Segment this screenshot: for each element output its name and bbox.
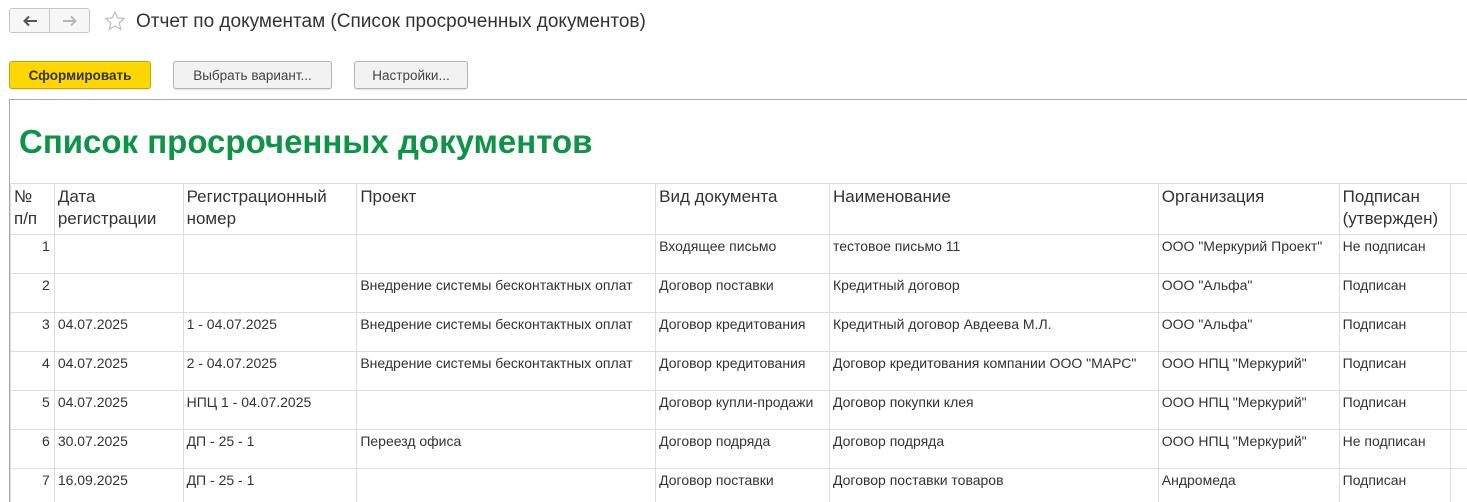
cell-number[interactable]: 5 — [10, 390, 55, 430]
cell-organization[interactable]: ООО НПЦ "Меркурий" — [1157, 351, 1340, 391]
report-title: Список просроченных документов — [19, 123, 593, 160]
arrow-right-icon — [62, 15, 77, 26]
cell-project[interactable] — [356, 468, 657, 502]
cell-name[interactable]: Кредитный договор Авдеева М.Л. — [828, 312, 1159, 352]
cell-number[interactable]: 4 — [10, 351, 55, 391]
cell-organization[interactable]: ООО "Альфа" — [1157, 273, 1340, 313]
arrow-left-icon — [22, 15, 37, 26]
back-button[interactable] — [10, 9, 49, 32]
table-row[interactable]: 5 04.07.2025 НПЦ 1 - 04.07.2025 Договор куп… — [10, 390, 1467, 430]
table-header-row: № п/п Дата регистрации Регистрационный н… — [10, 183, 1467, 235]
cell-name[interactable]: Договор кредитования компании ООО "МАРС" — [828, 351, 1159, 391]
cell-signed[interactable]: Подписан — [1338, 390, 1451, 430]
column-header-reg-date: Дата регистрации — [53, 183, 184, 235]
cell-name[interactable]: Договор покупки клея — [828, 390, 1159, 430]
column-header-organization: Организация — [1157, 183, 1340, 235]
cell-extra — [1449, 468, 1467, 502]
cell-signed[interactable]: Подписан — [1338, 351, 1451, 391]
cell-organization[interactable]: ООО "Меркурий Проект" — [1157, 234, 1340, 274]
cell-reg-number[interactable]: ДП - 25 - 1 — [182, 429, 358, 469]
cell-reg-number[interactable]: ДП - 25 - 1 — [182, 468, 358, 502]
cell-name[interactable]: Кредитный договор — [828, 273, 1159, 313]
cell-reg-date[interactable] — [53, 234, 184, 274]
cell-reg-date[interactable]: 04.07.2025 — [53, 312, 184, 352]
cell-number[interactable]: 1 — [10, 234, 55, 274]
cell-project[interactable] — [356, 234, 657, 274]
cell-signed[interactable]: Не подписан — [1338, 429, 1451, 469]
cell-reg-date[interactable]: 16.09.2025 — [53, 468, 184, 502]
column-header-signed: Подписан (утвержден) — [1338, 183, 1451, 235]
cell-number[interactable]: 7 — [10, 468, 55, 502]
cell-doc-type[interactable]: Договор кредитования — [655, 351, 830, 391]
report-table: № п/п Дата регистрации Регистрационный н… — [10, 183, 1467, 502]
cell-signed[interactable]: Подписан — [1338, 273, 1451, 313]
cell-project[interactable] — [356, 390, 657, 430]
column-header-doc-type: Вид документа — [655, 183, 830, 235]
cell-reg-date[interactable] — [53, 273, 184, 313]
cell-doc-type[interactable]: Договор подряда — [655, 429, 830, 469]
cell-reg-date[interactable]: 30.07.2025 — [53, 429, 184, 469]
cell-organization[interactable]: ООО НПЦ "Меркурий" — [1157, 429, 1340, 469]
column-header-extra — [1449, 183, 1467, 235]
cell-doc-type[interactable]: Входящее письмо — [655, 234, 830, 274]
report-area: Список просроченных документов № п/п Дат… — [9, 99, 1467, 502]
cell-project[interactable]: Внедрение системы бесконтактных оплат — [356, 312, 657, 352]
cell-project[interactable]: Внедрение системы бесконтактных оплат — [356, 273, 657, 313]
cell-reg-number[interactable] — [182, 234, 358, 274]
table-row[interactable]: 1 Входящее письмо тестовое письмо 11 ООО "М… — [10, 234, 1467, 274]
choose-variant-button[interactable]: Выбрать вариант... — [173, 61, 332, 89]
cell-extra — [1449, 351, 1467, 391]
table-row[interactable]: 2 Внедрение системы бесконтактных оплат До… — [10, 273, 1467, 313]
cell-number[interactable]: 2 — [10, 273, 55, 313]
cell-signed[interactable]: Не подписан — [1338, 234, 1451, 274]
column-header-project: Проект — [356, 183, 657, 235]
table-row[interactable]: 4 04.07.2025 2 - 04.07.2025 Внедрение систе… — [10, 351, 1467, 391]
cell-doc-type[interactable]: Договор кредитования — [655, 312, 830, 352]
column-header-name: Наименование — [828, 183, 1159, 235]
star-icon[interactable] — [104, 10, 126, 32]
cell-reg-number[interactable]: 1 - 04.07.2025 — [182, 312, 358, 352]
cell-signed[interactable]: Подписан — [1338, 312, 1451, 352]
cell-extra — [1449, 234, 1467, 274]
table-row[interactable]: 3 04.07.2025 1 - 04.07.2025 Внедрение систе… — [10, 312, 1467, 352]
cell-number[interactable]: 6 — [10, 429, 55, 469]
cell-reg-date[interactable]: 04.07.2025 — [53, 390, 184, 430]
cell-reg-number[interactable] — [182, 273, 358, 313]
cell-number[interactable]: 3 — [10, 312, 55, 352]
cell-reg-number[interactable]: 2 - 04.07.2025 — [182, 351, 358, 391]
cell-doc-type[interactable]: Договор поставки — [655, 273, 830, 313]
forward-button[interactable] — [49, 9, 89, 32]
navigation-buttons — [9, 8, 90, 33]
column-header-number: № п/п — [10, 183, 55, 235]
table-row[interactable]: 6 30.07.2025 ДП - 25 - 1 Переезд офиса Догов… — [10, 429, 1467, 469]
cell-reg-number[interactable]: НПЦ 1 - 04.07.2025 — [182, 390, 358, 430]
cell-name[interactable]: тестовое письмо 11 — [828, 234, 1159, 274]
cell-name[interactable]: Договор подряда — [828, 429, 1159, 469]
cell-extra — [1449, 390, 1467, 430]
cell-extra — [1449, 312, 1467, 352]
cell-extra — [1449, 273, 1467, 313]
cell-project[interactable]: Переезд офиса — [356, 429, 657, 469]
column-header-reg-number: Регистрационный номер — [182, 183, 358, 235]
cell-name[interactable]: Договор поставки товаров — [828, 468, 1159, 502]
cell-extra — [1449, 429, 1467, 469]
cell-doc-type[interactable]: Договор купли-продажи — [655, 390, 830, 430]
cell-signed[interactable]: Подписан — [1338, 468, 1451, 502]
cell-organization[interactable]: ООО НПЦ "Меркурий" — [1157, 390, 1340, 430]
cell-project[interactable]: Внедрение системы бесконтактных оплат — [356, 351, 657, 391]
generate-button[interactable]: Сформировать — [9, 61, 151, 89]
settings-button[interactable]: Настройки... — [354, 61, 468, 89]
table-row[interactable]: 7 16.09.2025 ДП - 25 - 1 Договор поставки До… — [10, 468, 1467, 502]
cell-organization[interactable]: Андромеда — [1157, 468, 1340, 502]
cell-organization[interactable]: ООО "Альфа" — [1157, 312, 1340, 352]
window-title: Отчет по документам (Список просроченных… — [136, 11, 646, 32]
cell-reg-date[interactable]: 04.07.2025 — [53, 351, 184, 391]
cell-doc-type[interactable]: Договор поставки — [655, 468, 830, 502]
